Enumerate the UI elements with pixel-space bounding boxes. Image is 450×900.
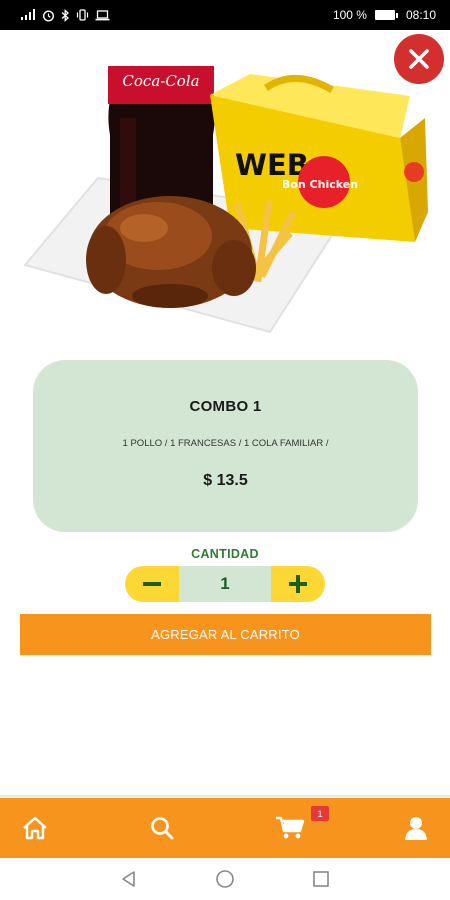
- product-price: $ 13.5: [203, 472, 248, 489]
- add-to-cart-button[interactable]: AGREGAR AL CARRITO: [20, 614, 431, 655]
- quantity-label: CANTIDAD: [191, 547, 259, 561]
- box-brand-bonchicken: Bon Chicken: [282, 178, 358, 191]
- product-info-card: COMBO 1 1 POLLO / 1 FRANCESAS / 1 COLA F…: [33, 360, 418, 532]
- product-image: Coca-Cola WEB Bon Chicken: [23, 66, 428, 334]
- home-icon: [23, 816, 47, 840]
- quantity-stepper: 1: [125, 566, 325, 602]
- battery-icon: [374, 10, 398, 20]
- close-button[interactable]: [394, 34, 444, 84]
- bottom-nav: [0, 798, 450, 858]
- plus-icon: [289, 575, 307, 593]
- nav-search[interactable]: [142, 798, 182, 858]
- cart-badge: 1: [311, 806, 329, 821]
- box-brand-web: WEB: [235, 148, 309, 182]
- user-icon: [405, 817, 427, 840]
- product-description: 1 POLLO / 1 FRANCESAS / 1 COLA FAMILIAR …: [122, 438, 329, 449]
- system-back-button[interactable]: [114, 866, 144, 892]
- cart-icon: [276, 816, 305, 839]
- recents-square-icon: [313, 871, 329, 887]
- status-icons-right: 100 % 08:10: [333, 8, 436, 22]
- nav-profile[interactable]: [396, 798, 436, 858]
- alarm-icon: [42, 9, 55, 22]
- vibrate-icon: [76, 9, 89, 21]
- system-nav-bar: [0, 858, 450, 900]
- status-time: 08:10: [405, 8, 436, 22]
- signal-icon: [21, 9, 35, 20]
- nav-cart[interactable]: [268, 798, 312, 858]
- back-triangle-icon: [122, 871, 135, 887]
- product-name: COMBO 1: [189, 398, 262, 415]
- status-icons-left: [20, 8, 110, 22]
- status-bar: 100 % 08:10: [0, 0, 450, 30]
- laptop-icon: [95, 9, 110, 20]
- quantity-value[interactable]: 1: [179, 566, 271, 602]
- nav-home[interactable]: [15, 798, 55, 858]
- search-icon: [151, 817, 174, 840]
- increase-quantity-button[interactable]: [271, 566, 325, 602]
- bluetooth-icon: [61, 8, 69, 22]
- soda-logo-text: Coca-Cola: [122, 72, 199, 90]
- system-recents-button[interactable]: [306, 866, 336, 892]
- minus-icon: [143, 582, 161, 586]
- home-circle-icon: [216, 870, 234, 888]
- decrease-quantity-button[interactable]: [125, 566, 179, 602]
- system-home-button[interactable]: [210, 866, 240, 892]
- product-detail-screen: 100 % 08:10 Coca-Cola WEB Bon Chicken CO…: [0, 0, 450, 900]
- battery-percent: 100 %: [332, 8, 367, 22]
- close-icon: [409, 49, 429, 69]
